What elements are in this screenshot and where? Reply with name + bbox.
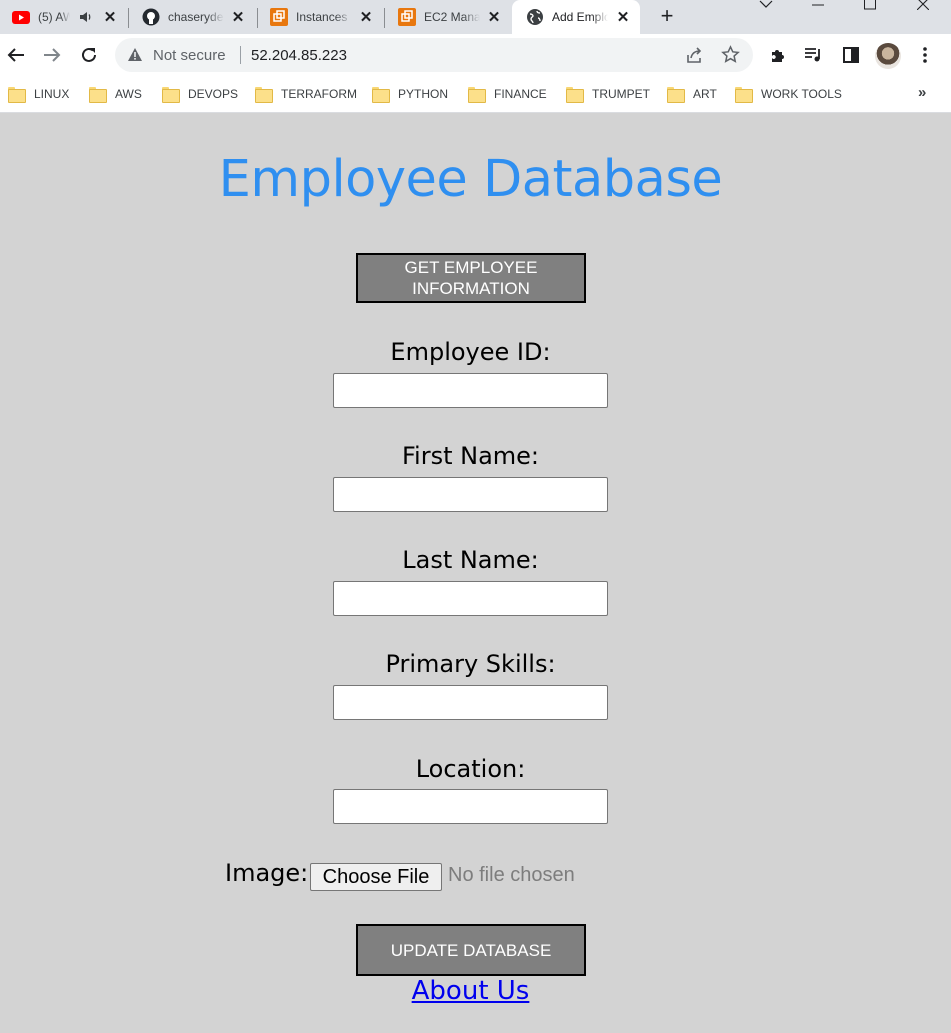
close-tab-icon[interactable]: ✕ xyxy=(357,8,375,26)
address-bar[interactable]: Not secure 52.204.85.223 xyxy=(115,38,753,72)
tab-divider xyxy=(384,8,385,28)
first-name-label: First Name: xyxy=(401,442,540,470)
bookmark-label: TERRAFORM xyxy=(281,87,357,101)
bookmark-label: DEVOPS xyxy=(188,87,239,101)
bookmarks-bar: LINUX AWS DEVOPS TERRAFORM PYTHON FINANC… xyxy=(0,76,951,113)
first-name-input[interactable] xyxy=(333,477,608,512)
aws-icon xyxy=(270,8,288,26)
globe-icon xyxy=(526,8,544,26)
bookmark-folder-art[interactable]: ART xyxy=(667,85,717,103)
profile-avatar[interactable] xyxy=(875,43,901,69)
bookmark-folder-python[interactable]: PYTHON xyxy=(372,85,448,103)
reload-icon[interactable] xyxy=(76,42,102,68)
close-tab-icon[interactable]: ✕ xyxy=(614,8,632,26)
image-label: Image: xyxy=(225,859,309,887)
aws-icon xyxy=(398,8,416,26)
share-icon[interactable] xyxy=(685,46,703,69)
file-status-text: No file chosen xyxy=(448,864,575,886)
folder-icon xyxy=(468,87,486,103)
new-tab-icon[interactable]: + xyxy=(656,3,678,28)
bookmark-label: FINANCE xyxy=(494,87,547,101)
last-name-label: Last Name: xyxy=(402,546,539,574)
tab-title: Instances xyxy=(296,10,348,24)
bookmarks-overflow-icon[interactable]: » xyxy=(918,84,926,101)
tab-github[interactable]: chaserydeck ✕ xyxy=(142,0,254,34)
back-arrow-icon[interactable] xyxy=(3,42,29,68)
choose-file-button[interactable]: Choose File xyxy=(310,863,442,891)
warning-icon[interactable] xyxy=(127,47,143,67)
folder-icon xyxy=(162,87,180,103)
bookmark-folder-work-tools[interactable]: WORK TOOLS xyxy=(735,85,842,103)
tab-youtube[interactable]: (5) AWS ✕ xyxy=(12,0,124,34)
employee-id-input[interactable] xyxy=(333,373,608,408)
tab-add-employee[interactable]: Add Employee ✕ xyxy=(512,0,640,34)
bookmark-label: LINUX xyxy=(34,87,70,101)
bookmark-label: ART xyxy=(693,87,717,101)
tab-divider xyxy=(128,8,129,28)
minimize-icon[interactable] xyxy=(800,0,836,12)
folder-icon xyxy=(89,87,107,103)
speaker-icon[interactable] xyxy=(79,10,93,27)
security-label[interactable]: Not secure xyxy=(153,47,226,64)
close-tab-icon[interactable]: ✕ xyxy=(485,8,503,26)
close-tab-icon[interactable]: ✕ xyxy=(229,8,247,26)
github-icon xyxy=(142,8,160,26)
close-tab-icon[interactable]: ✕ xyxy=(101,8,119,26)
browser-toolbar: Not secure 52.204.85.223 xyxy=(0,34,951,76)
bookmark-folder-linux[interactable]: LINUX xyxy=(8,85,69,103)
forward-arrow-icon[interactable] xyxy=(39,42,65,68)
tab-title: (5) AWS xyxy=(38,10,70,24)
close-window-icon[interactable] xyxy=(905,0,941,12)
primary-skills-label: Primary Skills: xyxy=(385,650,556,678)
employee-id-label: Employee ID: xyxy=(390,338,551,366)
folder-icon xyxy=(566,87,584,103)
side-panel-icon[interactable] xyxy=(838,42,864,68)
media-control-icon[interactable] xyxy=(801,42,827,68)
folder-icon xyxy=(255,87,273,103)
tab-divider xyxy=(257,8,258,28)
youtube-icon xyxy=(12,8,30,26)
folder-icon xyxy=(8,87,26,103)
tab-title: Add Employee xyxy=(552,10,608,24)
bookmark-label: TRUMPET xyxy=(592,87,650,101)
folder-icon xyxy=(667,87,685,103)
get-employee-information-button[interactable]: GET EMPLOYEE INFORMATION xyxy=(356,253,586,303)
bookmark-label: AWS xyxy=(115,87,142,101)
tab-title: chaserydeck xyxy=(168,10,224,24)
extensions-icon[interactable] xyxy=(765,42,791,68)
bookmark-folder-finance[interactable]: FINANCE xyxy=(468,85,547,103)
bookmark-folder-trumpet[interactable]: TRUMPET xyxy=(566,85,650,103)
bookmark-label: PYTHON xyxy=(398,87,449,101)
more-menu-icon[interactable] xyxy=(912,42,938,68)
folder-icon xyxy=(372,87,390,103)
maximize-icon[interactable] xyxy=(852,0,888,12)
bookmark-folder-terraform[interactable]: TERRAFORM xyxy=(255,85,357,103)
address-divider xyxy=(240,46,241,64)
folder-icon xyxy=(735,87,753,103)
bookmark-label: WORK TOOLS xyxy=(761,87,842,101)
bookmark-star-icon[interactable] xyxy=(721,45,740,69)
tab-strip: (5) AWS ✕ chaserydeck ✕ Instances ✕ EC2 … xyxy=(0,0,951,34)
tab-search-icon[interactable] xyxy=(748,0,784,12)
about-us-link: About Us xyxy=(0,976,941,1006)
page-content: Employee Database GET EMPLOYEE INFORMATI… xyxy=(0,114,951,1033)
url-text[interactable]: 52.204.85.223 xyxy=(251,47,347,64)
tab-instances[interactable]: Instances ✕ xyxy=(270,0,382,34)
last-name-input[interactable] xyxy=(333,581,608,616)
primary-skills-input[interactable] xyxy=(333,685,608,720)
location-label: Location: xyxy=(415,755,526,783)
about-us-link-text[interactable]: About Us xyxy=(412,976,530,1006)
bookmark-folder-aws[interactable]: AWS xyxy=(89,85,142,103)
bookmark-folder-devops[interactable]: DEVOPS xyxy=(162,85,238,103)
page-title: Employee Database xyxy=(218,150,723,209)
tab-title: EC2 Management xyxy=(424,10,480,24)
location-input[interactable] xyxy=(333,789,608,824)
update-database-button[interactable]: UPDATE DATABASE xyxy=(356,924,586,976)
tab-ec2[interactable]: EC2 Management ✕ xyxy=(398,0,510,34)
